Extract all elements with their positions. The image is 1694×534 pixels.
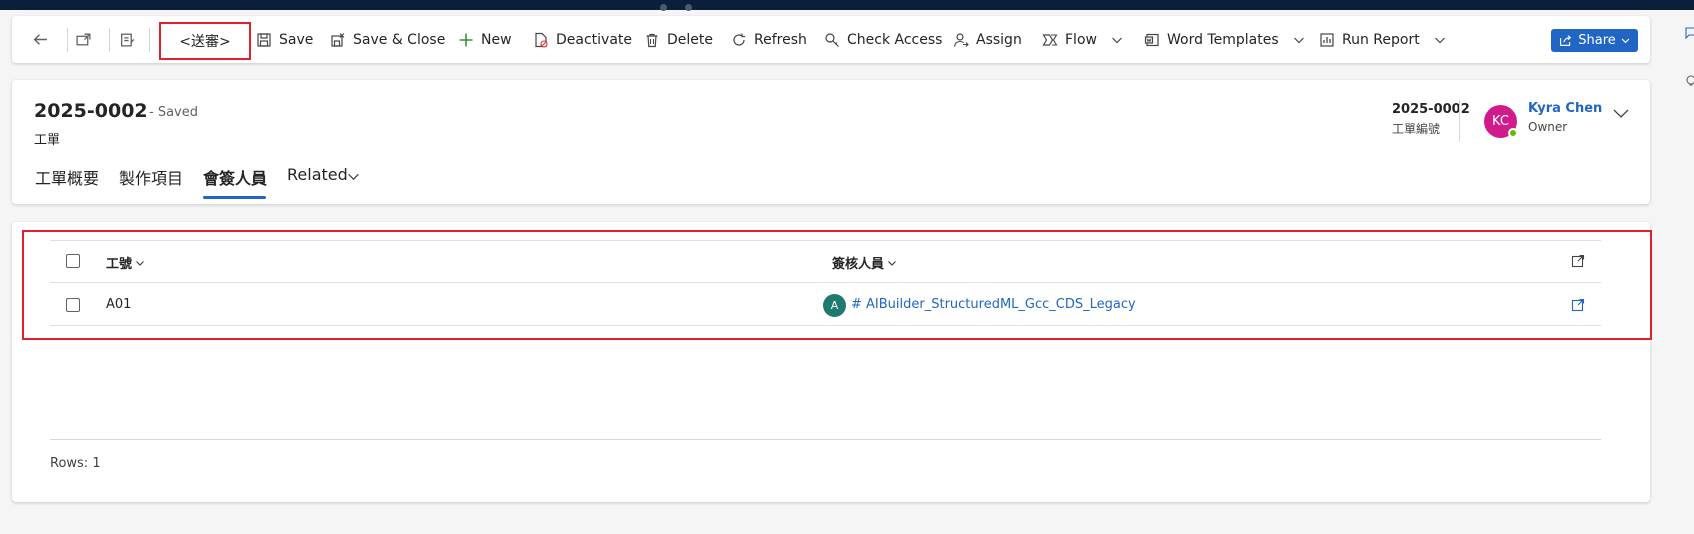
column-header-job-no-label: 工號 [106,257,133,272]
chevron-down-icon [1293,37,1304,43]
deactivate-icon [535,32,548,48]
grid-footer-border [50,439,1601,440]
row-checkbox[interactable] [66,298,80,312]
key-search-icon [825,32,839,47]
presence-status-icon [1508,128,1518,138]
column-header-approver[interactable]: 簽核人員 [832,253,897,272]
open-in-new-window-button[interactable] [68,16,98,63]
chevron-down-icon [348,173,359,181]
word-templates-button[interactable]: Word Templates [1144,16,1305,63]
delete-button[interactable]: Delete [644,16,713,63]
save-and-close-label: Save & Close [353,31,446,48]
submit-review-label: <送審> [179,34,231,50]
lightbulb-icon[interactable] [1684,74,1694,88]
deactivate-label: Deactivate [556,31,633,48]
cell-job-no[interactable]: A01 [106,297,131,312]
app-top-bar [0,0,1694,11]
select-all-checkbox[interactable] [66,254,80,268]
chevron-down-icon [136,260,144,266]
grid-header-border [50,282,1601,283]
work-order-number-label: 工單編號 [1392,122,1441,136]
word-template-icon [1144,33,1159,46]
save-button[interactable]: Save [256,16,313,63]
chevron-down-icon [1434,37,1445,43]
back-arrow-icon [33,34,47,45]
record-title: 2025-0002 [34,100,148,122]
back-button[interactable] [25,16,55,63]
report-icon [1320,32,1334,47]
toolbar-divider [149,28,150,52]
chevron-down-icon [888,260,896,266]
delete-label: Delete [667,31,713,48]
person-assign-icon [953,32,969,47]
assign-button[interactable]: Assign [953,16,1022,63]
grid-row-border [50,325,1601,326]
chevron-down-icon [1621,38,1630,44]
new-label: New [481,31,512,48]
grid-top-border [50,240,1601,241]
tab-cosigners[interactable]: 會簽人員 [203,165,267,189]
active-tab-indicator [203,196,266,199]
refresh-label: Refresh [754,31,807,48]
clipboard-edit-icon [120,33,134,47]
rows-count: Rows: 1 [50,456,101,471]
flow-button[interactable]: Flow [1042,16,1123,63]
run-report-button[interactable]: Run Report [1319,16,1446,63]
comment-icon[interactable] [1684,26,1694,40]
header-expand-chevron-icon[interactable] [1612,104,1630,122]
save-and-close-button[interactable]: Save & Close [330,16,445,63]
column-header-approver-label: 簽核人員 [832,257,885,272]
top-bar-decoration [660,0,720,11]
record-status: - Saved [149,105,198,120]
tab-related[interactable]: Related [287,165,348,184]
open-record-icon[interactable] [1571,298,1585,312]
owner-name-link[interactable]: Kyra Chen [1528,101,1602,116]
share-button[interactable]: Share [1551,29,1638,52]
open-grid-icon[interactable] [1571,254,1585,268]
chevron-down-icon [1112,37,1122,43]
process-button[interactable] [112,16,142,63]
save-label: Save [279,31,314,48]
word-templates-label: Word Templates [1167,31,1279,48]
refresh-icon [733,33,745,46]
share-icon [1560,35,1572,46]
header-divider [1459,100,1460,142]
trash-icon [646,33,658,47]
tab-production-items[interactable]: 製作項目 [119,165,183,189]
deactivate-button[interactable]: Deactivate [533,16,632,63]
column-header-job-no[interactable]: 工號 [106,253,145,272]
new-button[interactable]: New [458,16,512,63]
subgrid-highlight-box [22,230,1652,340]
approver-avatar: A [823,294,846,317]
save-icon [257,32,271,47]
share-label: Share [1578,33,1616,48]
flow-icon [1042,33,1058,46]
record-header: 2025-0002 - Saved 工單 工單概要 製作項目 會簽人員 Rela… [12,80,1650,204]
submit-review-button[interactable]: <送審> [159,22,251,60]
assign-label: Assign [976,31,1022,48]
check-access-label: Check Access [847,31,943,48]
toolbar-divider [109,28,110,52]
save-close-icon [331,32,345,47]
tab-work-order-summary[interactable]: 工單概要 [35,165,99,189]
plus-icon [459,33,473,46]
check-access-button[interactable]: Check Access [824,16,942,63]
flow-label: Flow [1065,31,1097,48]
record-entity-name: 工單 [34,133,61,148]
run-report-label: Run Report [1342,31,1420,48]
refresh-button[interactable]: Refresh [731,16,807,63]
owner-role-label: Owner [1528,120,1568,134]
cell-approver-link[interactable]: # AIBuilder_StructuredML_Gcc_CDS_Legacy [851,297,1136,312]
open-window-icon [75,33,91,46]
